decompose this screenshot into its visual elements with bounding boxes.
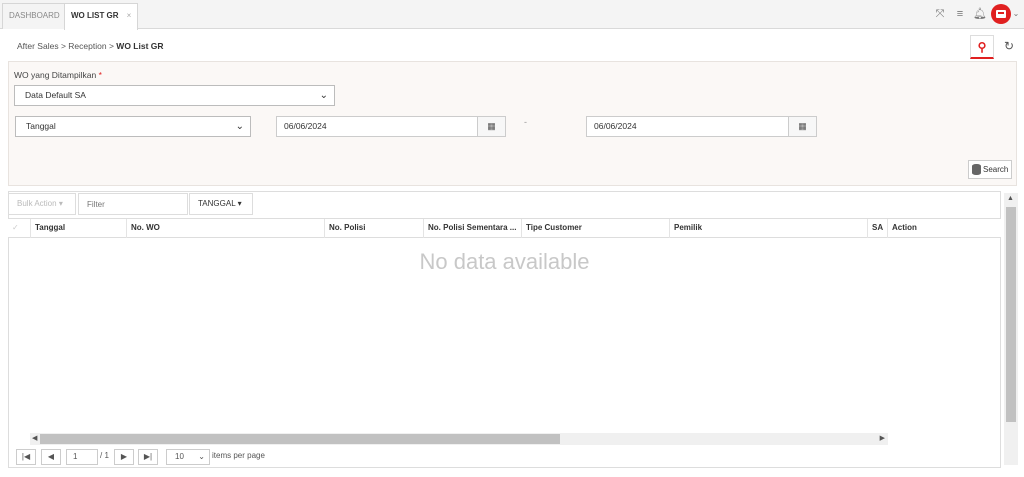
select-all-checkbox[interactable]: ✓	[8, 219, 30, 238]
breadcrumb-separator: >	[60, 41, 66, 51]
column-header-sa[interactable]: SA	[867, 219, 887, 238]
horizontal-scroll-thumb[interactable]	[40, 434, 560, 444]
bell-icon[interactable]: 🔔︎	[973, 8, 987, 20]
chevron-down-icon: ⌄	[198, 452, 205, 461]
prev-page-button[interactable]: ◀	[41, 449, 61, 465]
search-button-label: Search	[983, 165, 1009, 174]
first-page-icon: |◀	[21, 452, 31, 461]
refresh-icon: ↻	[1003, 39, 1015, 53]
breadcrumb: After Sales > Reception > WO List GR	[17, 41, 164, 51]
database-icon	[972, 164, 981, 175]
per-page-select[interactable]: 10 ⌄	[166, 449, 210, 465]
scroll-up-icon[interactable]: ▲	[1007, 195, 1014, 202]
calendar-icon[interactable]: ▦	[788, 116, 817, 137]
column-header-tipe-customer[interactable]: Tipe Customer	[521, 219, 669, 238]
tab-label: WO LIST GR	[71, 11, 119, 20]
prev-page-icon: ◀	[47, 452, 55, 461]
date-from-value: 06/06/2024	[284, 121, 327, 131]
date-to-input[interactable]: 06/06/2024 ▦	[586, 116, 817, 137]
last-page-icon: ▶|	[143, 452, 153, 461]
wo-select[interactable]: Data Default SA ⌄	[14, 85, 335, 106]
filter-input[interactable]	[78, 193, 188, 215]
date-from-input[interactable]: 06/06/2024 ▦	[276, 116, 506, 137]
bulk-action-label: Bulk Action	[17, 199, 57, 208]
sort-label: TANGGAL	[198, 199, 236, 208]
search-button[interactable]: Search	[968, 160, 1012, 179]
column-header-no-polisi-sementara[interactable]: No. Polisi Sementara ...	[423, 219, 521, 238]
tab-dashboard[interactable]: DASHBOARD	[2, 3, 67, 29]
date-type-value: Tanggal	[26, 121, 56, 131]
bulk-action-button[interactable]: Bulk Action ▾	[8, 193, 76, 215]
expand-icon[interactable]: ⤧	[934, 8, 946, 20]
caret-down-icon: ▾	[237, 199, 242, 208]
close-icon[interactable]: ×	[127, 11, 132, 20]
per-page-label: items per page	[212, 451, 265, 460]
page-number-input[interactable]: 1	[66, 449, 98, 465]
date-type-select[interactable]: Tanggal ⌄	[15, 116, 251, 137]
tab-wo-list-gr[interactable]: WO LIST GR ×	[64, 3, 139, 30]
refresh-button[interactable]: ↻	[997, 35, 1021, 59]
search-icon: ⚲	[977, 40, 987, 54]
breadcrumb-current: WO List GR	[116, 41, 164, 51]
search-toggle-button[interactable]: ⚲	[970, 35, 994, 59]
chevron-down-icon: ⌄	[319, 90, 328, 101]
avatar[interactable]	[991, 4, 1011, 24]
chevron-down-icon[interactable]: ⌄	[1011, 8, 1021, 20]
sort-dropdown[interactable]: TANGGAL ▾	[189, 193, 253, 215]
date-to-value: 06/06/2024	[594, 121, 637, 131]
horizontal-scrollbar[interactable]: ◀ ▶	[30, 433, 888, 445]
top-tab-bar: DASHBOARD WO LIST GR × ⤧ ≡ 🔔︎ ⌄	[0, 0, 1024, 30]
wo-select-value: Data Default SA	[25, 90, 86, 100]
vertical-scroll-thumb[interactable]	[1006, 207, 1016, 422]
first-page-button[interactable]: |◀	[16, 449, 36, 465]
column-header-tanggal[interactable]: Tanggal	[30, 219, 126, 238]
scroll-right-icon[interactable]: ▶	[880, 434, 885, 442]
tab-label: DASHBOARD	[9, 11, 60, 20]
calendar-icon[interactable]: ▦	[477, 116, 506, 137]
breadcrumb-separator: >	[108, 41, 114, 51]
required-marker: *	[98, 70, 102, 80]
page-total-text: / 1	[100, 451, 109, 460]
table-header: ✓ Tanggal No. WO No. Polisi No. Polisi S…	[8, 218, 1001, 238]
breadcrumb-reception[interactable]: Reception	[68, 41, 106, 51]
column-header-pemilik[interactable]: Pemilik	[669, 219, 867, 238]
empty-state-text: No data available	[419, 249, 590, 274]
last-page-button[interactable]: ▶|	[138, 449, 158, 465]
menu-icon[interactable]: ≡	[954, 8, 966, 20]
column-header-action[interactable]: Action	[887, 219, 999, 238]
range-separator: -	[524, 117, 527, 127]
column-header-no-wo[interactable]: No. WO	[126, 219, 324, 238]
page-number-value: 1	[73, 452, 78, 461]
chevron-down-icon: ⌄	[235, 121, 244, 132]
next-page-button[interactable]: ▶	[114, 449, 134, 465]
next-page-icon: ▶	[120, 452, 128, 461]
wo-filter-label: WO yang Ditampilkan *	[14, 70, 102, 80]
vertical-scrollbar[interactable]: ▲	[1004, 193, 1018, 465]
breadcrumb-after-sales[interactable]: After Sales	[17, 41, 59, 51]
label-text: WO yang Ditampilkan	[14, 70, 97, 80]
per-page-value: 10	[175, 452, 184, 461]
column-header-no-polisi[interactable]: No. Polisi	[324, 219, 423, 238]
scroll-left-icon[interactable]: ◀	[32, 434, 37, 442]
caret-down-icon: ▾	[58, 199, 63, 208]
